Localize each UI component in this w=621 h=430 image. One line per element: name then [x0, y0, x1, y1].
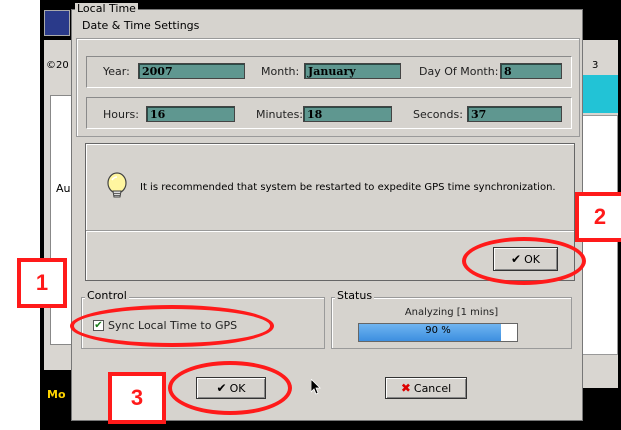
minutes-label: Minutes:: [256, 108, 304, 121]
seconds-label: Seconds:: [413, 108, 463, 121]
background-copyright: ©20: [46, 60, 69, 71]
background-side-label: Au: [56, 182, 71, 195]
day-field[interactable]: 8: [500, 63, 562, 79]
annotation-marker-1: 1: [17, 258, 67, 308]
annotation-marker-2: 2: [575, 192, 621, 242]
lightbulb-icon: [105, 172, 129, 204]
seconds-field[interactable]: 37: [467, 106, 562, 122]
month-label: Month:: [261, 65, 300, 78]
day-label: Day Of Month:: [419, 65, 499, 78]
control-group-legend: Control: [85, 289, 129, 302]
progress-label: 90 %: [425, 325, 451, 336]
app-logo: [44, 10, 70, 36]
annotation-ellipse-1: [70, 305, 274, 347]
status-group-legend: Status: [335, 289, 375, 302]
background-digit: 3: [592, 60, 599, 71]
annotation-marker-3: 3: [108, 372, 166, 424]
hours-label: Hours:: [103, 108, 139, 121]
cancel-icon: ✖: [400, 381, 411, 395]
cancel-button[interactable]: ✖ Cancel: [385, 377, 467, 399]
hours-field[interactable]: 16: [146, 106, 235, 122]
annotation-ellipse-2: [462, 237, 586, 285]
datetime-group-legend: Date & Time Settings: [80, 19, 202, 32]
month-field[interactable]: January: [304, 63, 401, 79]
message-text: It is recommended that system be restart…: [140, 182, 556, 193]
annotation-ellipse-3: [168, 361, 292, 415]
status-text: Analyzing [1 mins]: [404, 307, 499, 318]
minutes-field[interactable]: 18: [303, 106, 392, 122]
dialog-title: Local Time: [75, 2, 138, 15]
year-label: Year:: [103, 65, 130, 78]
cancel-label: Cancel: [413, 381, 452, 395]
background-footer-text: Mo: [47, 388, 66, 401]
background-tile: [580, 75, 618, 113]
message-divider: [86, 230, 574, 231]
mouse-cursor-icon: [310, 378, 321, 399]
year-field[interactable]: 2007: [138, 63, 245, 79]
